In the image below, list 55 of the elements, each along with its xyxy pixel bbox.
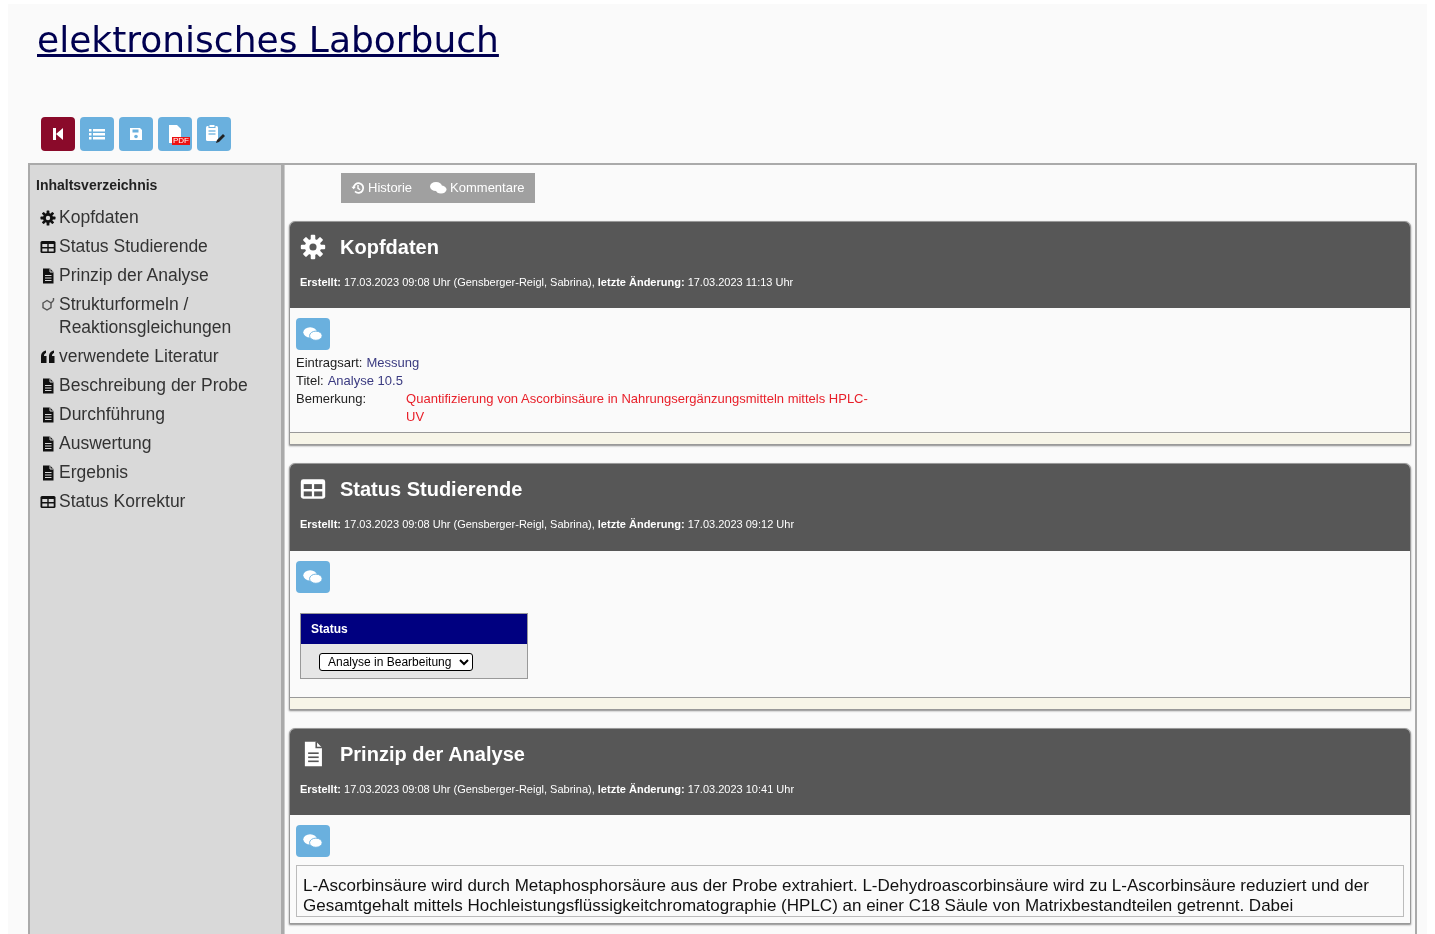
gear-icon [300,233,326,260]
field-label: Eintragsart: [296,354,363,373]
sidebar-link[interactable]: Ergebnis [36,461,275,485]
quote-icon [40,349,56,366]
sidebar-link[interactable]: Kopfdaten [36,206,275,230]
sidebar-link[interactable]: verwendete Literatur [36,345,275,369]
status-select[interactable]: Analyse in Bearbeitung [319,652,473,671]
comment-button[interactable] [296,318,330,351]
comments-icon [303,833,323,850]
comment-button[interactable] [296,560,330,593]
comment-button[interactable] [296,825,330,858]
skip-back-icon [50,126,66,143]
sidebar-link[interactable]: Prinzip der Analyse [36,264,275,288]
sidebar-link[interactable]: Status Korrektur [36,490,275,514]
description-text: L-Ascorbinsäure wird durch Metaphosphorsäure aus der Probe extrahiert. L-Dehydroascorbinsäure wird zu L-Ascorbinsäure reduziert und der Gesamtgehalt mittels Hochleistungsflüssigkeitchromatographie (HPLC) an einer C18 Säule von Matrixbestandteilen getrennt. Dabei [296,865,1404,918]
sidebar-link[interactable]: Status Studierende [36,235,275,259]
document-icon [40,436,56,453]
molecule-icon [40,297,56,314]
document-icon [40,465,56,482]
pdf-label: PDF [172,137,190,146]
gear-icon [40,210,56,227]
document-icon [40,268,56,285]
section-meta: Erstellt: 17.03.2023 09:08 Uhr (Gensberger-Reigl, Sabrina), letzte Änderung: 17.03.2023 11:13 Uhr [300,274,795,290]
sidebar-link[interactable]: Beschreibung der Probe [36,374,275,398]
sidebar-link[interactable]: Durchführung [36,403,275,427]
section-title: Prinzip der Analyse [340,741,525,767]
document-icon [40,407,56,424]
table-icon [40,239,56,256]
save-icon [128,126,144,143]
field-label: Titel: [296,372,324,391]
section-title: Kopfdaten [340,234,439,260]
history-icon [351,180,365,195]
sidebar-link[interactable]: Auswertung [36,432,275,456]
clipboard-button[interactable] [197,117,231,152]
section-title: Status Studierende [340,477,523,503]
pdf-button[interactable]: PDF [158,117,192,152]
sidebar-link[interactable]: Strukturformeln / Reaktionsgleichungen [36,293,275,340]
comments-icon [430,180,448,195]
comments-icon [303,568,323,585]
section-meta: Erstellt: 17.03.2023 09:08 Uhr (Gensberger-Reigl, Sabrina), letzte Änderung: 17.03.2023 09:12 Uhr [300,517,796,533]
list-button[interactable] [80,117,114,152]
table-header: Status [301,613,527,644]
table-icon [40,494,56,511]
field-value: Quantifizierung von Ascorbinsäure in Nahrungsergänzungsmitteln mittels HPLC-UV [406,390,869,427]
field-value: Messung [366,354,420,373]
page-title[interactable]: elektronisches Laborbuch [37,18,499,62]
section-meta: Erstellt: 17.03.2023 09:08 Uhr (Gensberger-Reigl, Sabrina), letzte Änderung: 17.03.2023 10:41 Uhr [300,781,796,797]
comments-icon [303,326,323,343]
back-button[interactable] [41,117,75,152]
field-label: Bemerkung: [296,390,367,409]
save-button[interactable] [119,117,153,152]
list-icon [88,126,106,143]
document-icon [40,378,56,395]
sidebar-title: Inhaltsverzeichnis [36,176,159,196]
field-value: Analyse 10.5 [327,372,403,391]
